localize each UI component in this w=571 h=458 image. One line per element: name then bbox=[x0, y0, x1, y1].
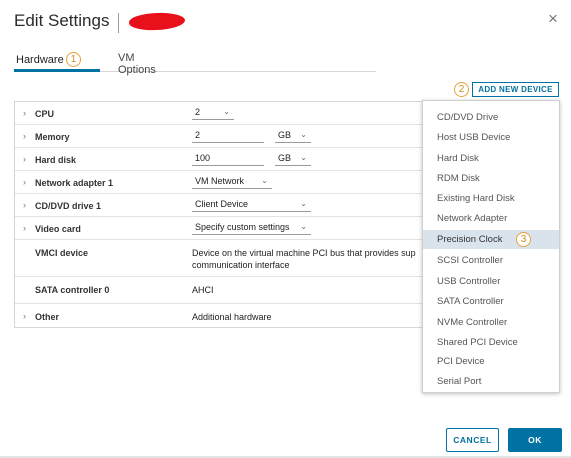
callout-2: 2 bbox=[454, 82, 469, 97]
cd-dvd-label: CD/DVD drive 1 bbox=[35, 201, 102, 211]
hardware-row-cd-dvd[interactable]: › CD/DVD drive 1 Client Device ⌄ bbox=[15, 194, 425, 217]
other-value: Additional hardware bbox=[192, 312, 272, 322]
chevron-right-icon[interactable]: › bbox=[23, 200, 26, 210]
chevron-right-icon[interactable]: › bbox=[23, 223, 26, 233]
hardware-row-vmci: VMCI device Device on the virtual machin… bbox=[15, 240, 425, 277]
chevron-right-icon[interactable]: › bbox=[23, 154, 26, 164]
video-card-value: Specify custom settings bbox=[195, 222, 290, 232]
sata-value: AHCI bbox=[192, 285, 214, 295]
redacted-vm-name bbox=[128, 12, 186, 31]
menu-item-host-usb-device[interactable]: Host USB Device bbox=[423, 128, 559, 147]
hardware-row-network-adapter[interactable]: › Network adapter 1 VM Network ⌄ bbox=[15, 171, 425, 194]
menu-item-serial-port[interactable]: Serial Port bbox=[423, 372, 559, 391]
network-adapter-label: Network adapter 1 bbox=[35, 178, 114, 188]
tab-vm-options-label: VM Options bbox=[118, 52, 156, 76]
cpu-value: 2 bbox=[195, 107, 201, 117]
close-icon[interactable]: × bbox=[548, 10, 558, 27]
menu-item-scsi-controller[interactable]: SCSI Controller bbox=[423, 251, 559, 270]
menu-item-rdm-disk[interactable]: RDM Disk bbox=[423, 169, 559, 188]
menu-item-cd-dvd-drive[interactable]: CD/DVD Drive bbox=[423, 108, 559, 127]
chevron-right-icon[interactable]: › bbox=[23, 311, 26, 321]
menu-item-nvme-controller[interactable]: NVMe Controller bbox=[423, 313, 559, 332]
chevron-down-icon: ⌄ bbox=[300, 153, 307, 162]
precision-clock-label: Precision Clock bbox=[437, 234, 503, 245]
cpu-label: CPU bbox=[35, 109, 55, 119]
hardware-row-other[interactable]: › Other Additional hardware bbox=[15, 304, 425, 328]
chevron-down-icon: ⌄ bbox=[261, 176, 268, 185]
hardware-row-sata: SATA controller 0 AHCI bbox=[15, 277, 425, 304]
chevron-down-icon: ⌄ bbox=[300, 130, 307, 139]
chevron-right-icon[interactable]: › bbox=[23, 131, 26, 141]
menu-item-precision-clock[interactable]: Precision Clock 3 bbox=[423, 230, 559, 249]
memory-unit-select[interactable]: GB ⌄ bbox=[275, 129, 311, 143]
hardware-row-hard-disk[interactable]: › Hard disk 100 GB ⌄ bbox=[15, 148, 425, 171]
menu-item-sata-controller[interactable]: SATA Controller bbox=[423, 292, 559, 311]
video-card-select[interactable]: Specify custom settings ⌄ bbox=[192, 221, 311, 235]
chevron-down-icon: ⌄ bbox=[300, 222, 307, 231]
hard-disk-unit: GB bbox=[278, 153, 292, 163]
title-divider bbox=[118, 13, 119, 33]
edit-settings-dialog: Edit Settings × Hardware 1 VM Options 2 … bbox=[0, 0, 571, 458]
network-value: VM Network bbox=[195, 176, 245, 186]
memory-label: Memory bbox=[35, 132, 70, 142]
callout-1: 1 bbox=[66, 52, 81, 67]
video-card-label: Video card bbox=[35, 224, 81, 234]
tab-hardware-label: Hardware bbox=[16, 54, 64, 66]
sata-label: SATA controller 0 bbox=[35, 285, 110, 295]
chevron-down-icon: ⌄ bbox=[223, 107, 230, 116]
hardware-row-video-card[interactable]: › Video card Specify custom settings ⌄ bbox=[15, 217, 425, 240]
chevron-right-icon[interactable]: › bbox=[23, 108, 26, 118]
menu-item-pci-device[interactable]: PCI Device bbox=[423, 352, 559, 371]
hard-disk-unit-select[interactable]: GB ⌄ bbox=[275, 152, 311, 166]
add-device-menu: CD/DVD Drive Host USB Device Hard Disk R… bbox=[422, 100, 560, 393]
network-select[interactable]: VM Network ⌄ bbox=[192, 175, 272, 189]
callout-3: 3 bbox=[516, 232, 531, 247]
chevron-right-icon[interactable]: › bbox=[23, 177, 26, 187]
other-label: Other bbox=[35, 312, 60, 322]
hardware-row-cpu[interactable]: › CPU 2 ⌄ bbox=[15, 102, 425, 125]
vmci-description-line1: Device on the virtual machine PCI bus th… bbox=[192, 248, 416, 258]
menu-item-usb-controller[interactable]: USB Controller bbox=[423, 272, 559, 291]
chevron-down-icon: ⌄ bbox=[300, 199, 307, 208]
cancel-button[interactable]: CANCEL bbox=[446, 428, 499, 452]
add-new-device-button[interactable]: ADD NEW DEVICE bbox=[472, 82, 559, 97]
vmci-description-line2: communication interface bbox=[192, 260, 290, 270]
vmci-label: VMCI device bbox=[35, 248, 89, 258]
cpu-select[interactable]: 2 ⌄ bbox=[192, 106, 234, 120]
menu-item-network-adapter[interactable]: Network Adapter bbox=[423, 209, 559, 228]
menu-item-existing-hard-disk[interactable]: Existing Hard Disk bbox=[423, 189, 559, 208]
memory-unit: GB bbox=[278, 130, 292, 140]
tab-hardware[interactable]: Hardware 1 bbox=[14, 50, 100, 72]
cd-dvd-value: Client Device bbox=[195, 199, 249, 209]
memory-input[interactable]: 2 bbox=[192, 129, 264, 143]
ok-button[interactable]: OK bbox=[508, 428, 562, 452]
hardware-table: › CPU 2 ⌄ › Memory 2 GB ⌄ › Hard disk 10… bbox=[14, 101, 425, 328]
hardware-row-memory[interactable]: › Memory 2 GB ⌄ bbox=[15, 125, 425, 148]
menu-item-hard-disk[interactable]: Hard Disk bbox=[423, 149, 559, 168]
hard-disk-label: Hard disk bbox=[35, 155, 77, 165]
cd-dvd-select[interactable]: Client Device ⌄ bbox=[192, 198, 311, 212]
menu-item-shared-pci-device[interactable]: Shared PCI Device bbox=[423, 333, 559, 352]
hard-disk-input[interactable]: 100 bbox=[192, 152, 264, 166]
dialog-title: Edit Settings bbox=[14, 11, 110, 30]
tab-bar: Hardware 1 VM Options bbox=[14, 50, 376, 76]
